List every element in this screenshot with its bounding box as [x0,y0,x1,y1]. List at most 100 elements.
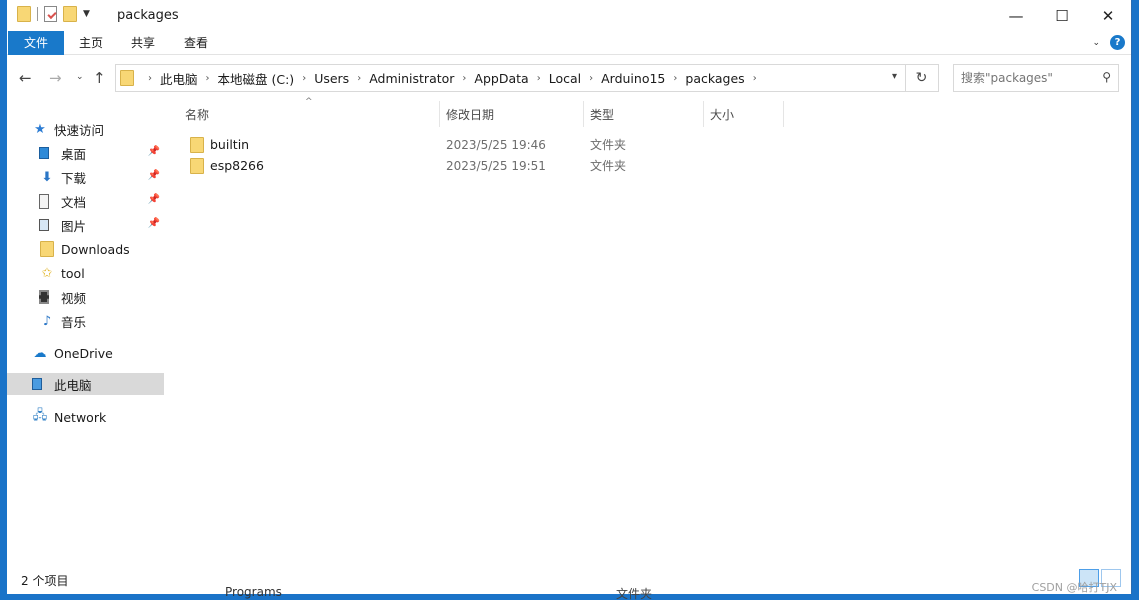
chevron-right-icon[interactable]: › [206,73,210,84]
chevron-right-icon[interactable]: › [357,73,361,84]
pin-icon[interactable]: 📌 [148,218,160,229]
address-bar[interactable]: › 此电脑 › 本地磁盘 (C:) › Users › Administrato… [115,64,906,92]
breadcrumb-item[interactable]: Local [549,71,581,86]
breadcrumb-item[interactable]: 此电脑 [160,69,198,88]
sidebar-item-quick-access[interactable]: ★ 快速访问 [7,118,164,140]
chevron-right-icon[interactable]: › [753,73,757,84]
download-arrow-icon: ⬇ [41,169,53,185]
file-name: esp8266 [210,158,264,173]
forward-arrow-icon[interactable]: → [49,69,62,87]
sidebar-item-music[interactable]: ♪ 音乐 [7,310,164,332]
background-window-text: Programs [225,585,282,599]
search-icon[interactable]: ⚲ [1102,70,1111,84]
properties-icon[interactable] [44,6,57,22]
table-row[interactable]: esp8266 2023/5/25 19:51 文件夹 [182,155,682,176]
sidebar-item-videos[interactable]: 视频 [7,286,164,308]
chevron-right-icon[interactable]: › [673,73,677,84]
sidebar-item-onedrive[interactable]: ☁ OneDrive [7,342,164,364]
sidebar-item-label: Network [54,409,107,425]
folder-icon [17,6,31,22]
up-arrow-icon[interactable]: ↑ [93,69,106,87]
sidebar-item-downloads-cn[interactable]: ⬇ 下载 📌 [7,166,164,188]
ribbon-right: ⌄ ? [1092,35,1125,50]
breadcrumb-item[interactable]: Administrator [369,71,454,86]
pin-icon[interactable]: 📌 [148,194,160,205]
sidebar-item-network[interactable]: 🖧 Network [7,406,164,428]
sidebar-item-tool[interactable]: ✩ tool [7,262,164,284]
column-header-type[interactable]: 类型 [590,100,702,128]
breadcrumb-item[interactable]: Users [314,71,349,86]
column-header-label: 名称 [185,107,210,122]
search-box[interactable]: ⚲ [953,64,1119,92]
sidebar-item-downloads[interactable]: Downloads [7,238,164,260]
quick-access-toolbar: ▼ [17,6,90,22]
search-input[interactable] [961,71,1089,85]
sidebar-item-label: 视频 [61,290,87,306]
column-divider[interactable] [703,101,704,127]
column-header-label: 修改日期 [446,107,495,122]
tab-file[interactable]: 文件 [8,31,64,55]
refresh-button[interactable]: ↻ [905,64,939,92]
file-name-cell: builtin [190,136,249,153]
close-button[interactable]: ✕ [1085,0,1131,31]
column-header-label: 类型 [590,107,615,122]
new-folder-icon[interactable] [63,6,77,22]
tab-view[interactable]: 查看 [170,31,222,55]
tab-share[interactable]: 共享 [117,31,169,55]
ribbon-tabs: 文件 主页 共享 查看 ⌄ ? [7,31,1131,55]
breadcrumb-item[interactable]: AppData [474,71,528,86]
column-header-date[interactable]: 修改日期 [446,100,582,128]
sidebar-item-label: 桌面 [61,146,87,162]
minimize-button[interactable]: — [993,0,1039,31]
folder-icon [40,241,54,257]
music-note-icon: ♪ [42,313,52,329]
sidebar-item-documents[interactable]: 文档 📌 [7,190,164,212]
customize-qat-icon[interactable]: ▼ [83,9,90,19]
title-bar: ▼ packages — ☐ ✕ [7,0,1131,31]
tab-home[interactable]: 主页 [65,31,117,55]
column-divider[interactable] [783,101,784,127]
watermark: CSDN @哈打TJX [1031,581,1117,594]
table-row[interactable]: builtin 2023/5/25 19:46 文件夹 [182,134,682,155]
maximize-button[interactable]: ☐ [1039,0,1085,31]
expand-ribbon-icon[interactable]: ⌄ [1092,38,1100,48]
pin-icon[interactable]: 📌 [148,170,160,181]
column-header-name[interactable]: 名称 [185,100,437,128]
sidebar-item-pictures[interactable]: 图片 📌 [7,214,164,236]
recent-locations-icon[interactable]: ⌄ [76,72,84,82]
sidebar-item-label: 快速访问 [54,122,105,138]
explorer-window: ▼ packages — ☐ ✕ 文件 主页 共享 查看 ⌄ ? ← → ⌄ ↑… [7,0,1132,594]
chevron-down-icon[interactable]: ▾ [892,71,897,82]
sidebar-item-desktop[interactable]: 桌面 📌 [7,142,164,164]
breadcrumb-item[interactable]: packages [685,71,744,86]
navigation-pane: ★ 快速访问 桌面 📌 ⬇ 下载 📌 文档 📌 图片 📌 Downloads ✩… [7,100,165,562]
document-icon [39,193,49,209]
sidebar-item-label: 图片 [61,218,87,234]
window-title: packages [117,8,179,23]
video-icon [39,290,49,304]
breadcrumb: › 此电脑 › 本地磁盘 (C:) › Users › Administrato… [140,69,765,88]
column-divider[interactable] [439,101,440,127]
chevron-right-icon[interactable]: › [537,73,541,84]
chevron-right-icon[interactable]: › [302,73,306,84]
window-controls: — ☐ ✕ [993,0,1131,31]
file-date: 2023/5/25 19:46 [446,137,546,152]
help-icon[interactable]: ? [1110,35,1125,50]
folder-icon [120,70,134,86]
sidebar-item-label: Downloads [61,241,130,257]
sidebar-item-label: 此电脑 [54,377,92,393]
desktop-icon [39,147,49,159]
sidebar-item-this-pc[interactable]: 此电脑 [7,373,164,395]
chevron-right-icon[interactable]: › [589,73,593,84]
breadcrumb-item[interactable]: 本地磁盘 (C:) [218,69,295,88]
column-divider[interactable] [583,101,584,127]
navigation-bar: ← → ⌄ ↑ › 此电脑 › 本地磁盘 (C:) › Users › Admi… [7,60,1131,96]
breadcrumb-item[interactable]: Arduino15 [601,71,665,86]
column-header-size[interactable]: 大小 [710,100,782,128]
chevron-right-icon[interactable]: › [148,73,152,84]
chevron-right-icon[interactable]: › [462,73,466,84]
pin-icon[interactable]: 📌 [148,146,160,157]
back-arrow-icon[interactable]: ← [19,69,32,87]
sidebar-item-label: tool [61,265,85,281]
status-item-count: 2 个项目 [21,574,69,588]
